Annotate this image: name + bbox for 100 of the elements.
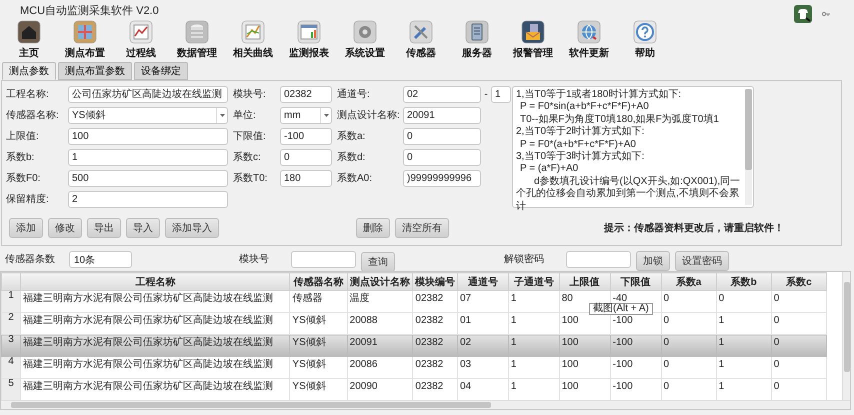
input-field[interactable]: 0 <box>280 148 332 166</box>
field-label: 传感器条数 <box>5 252 55 266</box>
field-label: 系数c: <box>233 150 262 164</box>
input-field[interactable]: 2 <box>68 190 228 208</box>
input-field[interactable]: 500 <box>68 170 228 186</box>
input-field[interactable]: 公司伍家坊矿区高陡边坡在线监测 <box>68 86 228 102</box>
table-cell: 02382 <box>412 290 458 312</box>
field-label: 系数d: <box>337 150 366 164</box>
field-label: 模块号: <box>233 88 267 101</box>
input-field[interactable]: )99999999996 <box>403 170 481 186</box>
table-cell: 02 <box>457 334 508 356</box>
note-line: P = (a*F)+A0 <box>519 163 580 176</box>
input-field[interactable]: 02 <box>403 86 481 102</box>
table-cell: 福建三明南方水泥有限公司伍家坊矿区高陡边坡在线监测 <box>20 356 290 378</box>
input-field[interactable]: 1 <box>491 86 511 102</box>
table-cell: 03 <box>457 356 508 378</box>
action-button[interactable]: 清空所有 <box>395 218 449 238</box>
table-cell: 0 <box>661 356 716 378</box>
table-cell: -100 <box>610 334 661 356</box>
table-cell: 100 <box>559 334 610 356</box>
table-cell: YS倾斜 <box>290 356 348 378</box>
table-cell: 0 <box>716 290 772 312</box>
column-header[interactable]: 模块编号 <box>412 272 458 290</box>
toolbar-button[interactable]: 软件更新 <box>561 20 617 62</box>
action-button[interactable]: 导出 <box>87 218 121 238</box>
toolbar-button[interactable]: 服务器 <box>449 20 505 62</box>
toolbar-button[interactable]: 主页 <box>1 20 57 62</box>
tab[interactable]: 测点布置参数 <box>58 62 132 80</box>
table-cell: -100 <box>610 356 661 378</box>
dropdown[interactable]: YS倾斜 <box>68 106 228 124</box>
table-cell: 0 <box>771 290 826 312</box>
input-field[interactable]: 180 <box>280 170 332 186</box>
table-cell: 福建三明南方水泥有限公司伍家坊矿区高陡边坡在线监测 <box>20 290 290 312</box>
input-field[interactable]: 20091 <box>403 106 481 124</box>
dropdown[interactable]: mm <box>280 106 332 124</box>
toolbar-button[interactable]: 数据管理 <box>169 20 225 62</box>
field-label: 系数T0: <box>233 172 268 185</box>
column-header[interactable]: 上限值 <box>559 272 610 290</box>
note-line: P = F0*sin(a+b*F+c*F*F)+A0 <box>519 101 650 114</box>
column-header[interactable]: 传感器名称 <box>290 272 348 290</box>
field-label: 传感器名称: <box>6 108 60 122</box>
note-line: T0--如果F为角度T0填180,如果F为弧度T0填1 <box>519 114 720 126</box>
field-label: 系数A0: <box>337 172 374 185</box>
column-header[interactable]: 测点设计名称 <box>347 272 413 290</box>
column-header[interactable]: 系数c <box>771 272 826 290</box>
notes-text-area[interactable]: 1,当T0等于1或者180时计算方式如下: P = F0*sin(a+b*F+c*F*F)+A0 T0--如果F为角度T0填180,如果F为弧度T0填1 2,当T0等于2时计算方式如下: P = F0*(a+b*F+c*F*F)+A0 3,当T0等于3时计算方式如下: P = (a*F)+A0 d参数填孔设计编号(以QX开头,如:QX001),同一个孔的位移会自动累加到第一个测点,不填则不会累计 <box>512 86 754 208</box>
field-label: 下限值: <box>233 130 267 143</box>
table-cell: 100 <box>559 356 610 378</box>
input-field[interactable]: 0 <box>403 128 481 144</box>
column-header[interactable]: 子通道号 <box>508 272 560 290</box>
query-button[interactable]: 查询 <box>361 252 395 272</box>
toolbar-button[interactable]: 测点布置 <box>57 20 113 62</box>
action-button[interactable]: 添加 <box>9 218 43 238</box>
column-header[interactable]: 下限值 <box>610 272 661 290</box>
note-line: 1,当T0等于1或者180时计算方式如下: <box>516 89 682 102</box>
action-button[interactable]: 添加导入 <box>165 218 219 238</box>
input-field[interactable]: 100 <box>68 128 228 144</box>
note-line: P = F0*(a+b*F+c*F*F)+A0 <box>519 138 637 150</box>
table-cell: 1 <box>508 334 560 356</box>
table-cell: 0 <box>661 334 716 356</box>
hint-text: 提示：传感器资料更改后，请重启软件！ <box>604 221 784 235</box>
field-label: 解锁密码 <box>504 252 544 266</box>
table-cell: 1 <box>508 356 560 378</box>
action-button[interactable]: 修改 <box>48 218 82 238</box>
tab[interactable]: 测点参数 <box>2 62 56 80</box>
field-label: 模块号 <box>239 252 269 266</box>
separator-text: - <box>483 88 489 100</box>
toolbar-button[interactable]: 监测报表 <box>281 20 337 62</box>
table-cell: 1 <box>508 290 560 312</box>
toolbar-button[interactable]: 传感器 <box>393 20 449 62</box>
table-cell: 07 <box>457 290 508 312</box>
input-field[interactable]: 0 <box>403 148 481 166</box>
field-label: 上限值: <box>6 130 40 143</box>
toolbar-button[interactable]: 过程线 <box>113 20 169 62</box>
note-line: 2,当T0等于2时计算方式如下: <box>516 126 646 139</box>
field-label: 工程名称: <box>6 88 50 101</box>
input-field[interactable]: -100 <box>280 128 332 144</box>
table-cell: 02382 <box>412 356 458 378</box>
table-cell: 20091 <box>347 334 413 356</box>
tooltip: 截图(Alt + A) <box>589 303 653 315</box>
field-label: 测点设计名称: <box>337 108 401 122</box>
toolbar-button[interactable]: 系统设置 <box>337 20 393 62</box>
toolbar-button[interactable]: 报警管理 <box>505 20 561 62</box>
field-label: 系数b: <box>6 150 36 164</box>
input-field[interactable]: 10条 <box>69 250 132 268</box>
toolbar-button[interactable]: 帮助 <box>617 20 673 62</box>
toolbar-button[interactable]: 相关曲线 <box>225 20 281 62</box>
table-cell: YS倾斜 <box>290 334 348 356</box>
column-header[interactable]: 工程名称 <box>20 272 290 290</box>
action-button[interactable]: 导入 <box>126 218 160 238</box>
tab[interactable]: 设备绑定 <box>134 62 188 80</box>
set-password-button[interactable]: 设置密码 <box>675 250 729 270</box>
column-header[interactable]: 系数a <box>661 272 716 290</box>
column-header[interactable]: 通道号 <box>457 272 508 290</box>
column-header[interactable]: 系数b <box>716 272 772 290</box>
field-label: 单位: <box>233 108 257 122</box>
input-field[interactable]: 02382 <box>280 86 332 102</box>
input-field[interactable]: 1 <box>68 148 228 166</box>
lock-button[interactable]: 加锁 <box>636 250 670 270</box>
action-button[interactable]: 删除 <box>356 218 390 238</box>
